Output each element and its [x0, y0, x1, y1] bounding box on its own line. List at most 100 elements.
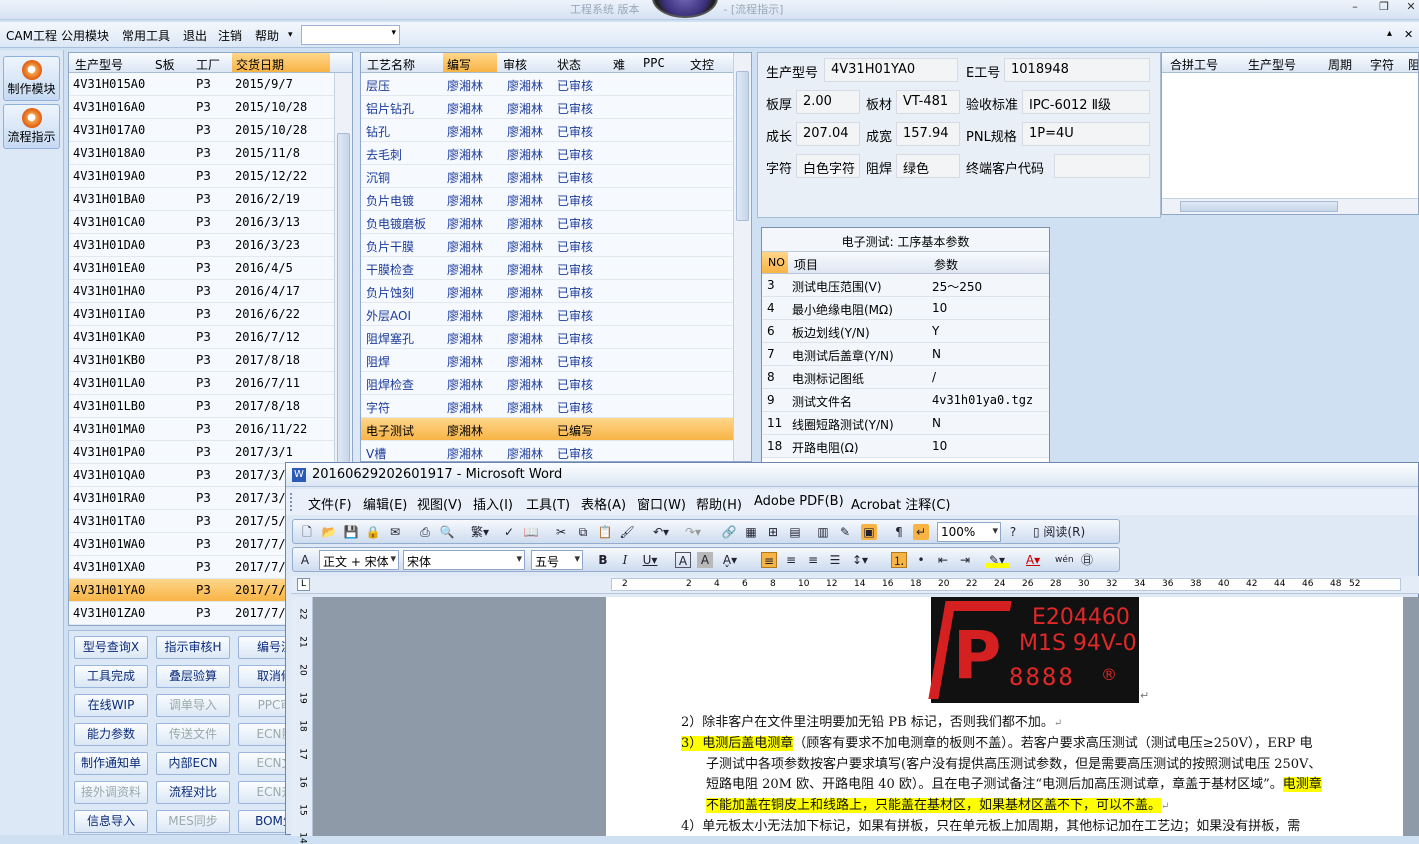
zoom-combo[interactable]: 100% — [937, 522, 1001, 542]
model-row[interactable]: 4V31H019A0 P3 2015/12/22 — [69, 165, 352, 188]
underline-icon[interactable]: U▾ — [639, 552, 661, 568]
process-row[interactable]: 负片蚀刻 廖湘林 廖湘林 已审核 — [361, 280, 751, 303]
process-row[interactable]: 铝片钻孔 廖湘林 廖湘林 已审核 — [361, 96, 751, 119]
function-button[interactable]: 信息导入 — [74, 810, 148, 833]
col-header-reviewer[interactable]: 审核 — [503, 56, 527, 73]
function-button[interactable]: 内部ECN — [156, 752, 230, 775]
enclose-characters-icon[interactable]: ㊐ — [1079, 552, 1095, 568]
field-pnl[interactable]: 1P=4U — [1022, 122, 1150, 146]
style-combo[interactable]: 正文 + 宋体 — [319, 550, 399, 570]
merge-grid-hscrollbar[interactable] — [1162, 198, 1418, 214]
col-header-difficulty[interactable]: 难 — [613, 56, 625, 73]
process-row[interactable]: 负片干膜 廖湘林 廖湘林 已审核 — [361, 234, 751, 257]
scrollbar-thumb[interactable] — [736, 71, 749, 221]
field-customer[interactable] — [1054, 154, 1150, 178]
paste-icon[interactable]: 📋 — [597, 524, 613, 540]
menu-help[interactable]: 帮助 — [255, 27, 279, 44]
model-row[interactable]: 4V31H01EA0 P3 2016/4/5 — [69, 257, 352, 280]
hyperlink-icon[interactable]: 🔗 — [721, 524, 737, 540]
nav-process-guide[interactable]: ● 流程指示 — [3, 104, 60, 149]
format-painter-icon[interactable]: 🖌 — [619, 524, 635, 540]
field-length[interactable]: 207.04 — [796, 122, 860, 146]
menu-help-dropdown-icon[interactable]: ▾ — [288, 30, 293, 40]
col-header-delivery-date[interactable]: 交货日期 — [232, 53, 330, 72]
process-row[interactable]: 阻焊 廖湘林 廖湘林 已审核 — [361, 349, 751, 372]
process-row[interactable]: 阻焊塞孔 廖湘林 廖湘林 已审核 — [361, 326, 751, 349]
function-button[interactable]: 指示审核H — [156, 636, 230, 659]
phonetic-guide-icon[interactable]: wén — [1055, 552, 1074, 568]
col-header-doc-control[interactable]: 文控 — [690, 56, 714, 73]
field-standard[interactable]: IPC-6012 Ⅱ级 — [1022, 90, 1150, 114]
vertical-ruler[interactable]: 22 21 20 19 18 17 16 15 14 — [291, 597, 313, 844]
columns-icon[interactable]: ▥ — [815, 524, 831, 540]
document-map-icon[interactable]: ▣ — [861, 524, 877, 540]
process-row[interactable]: 去毛刺 廖湘林 廖湘林 已审核 — [361, 142, 751, 165]
research-icon[interactable]: 📖 — [523, 524, 539, 540]
menu-tools[interactable]: 常用工具 — [122, 27, 170, 44]
function-button[interactable]: 调单导入 — [156, 694, 230, 717]
mdi-collapse-icon[interactable]: ▴ — [1387, 28, 1392, 39]
function-button[interactable]: MES同步 — [156, 810, 230, 833]
numbering-icon[interactable]: ⒈ — [891, 552, 907, 568]
line-spacing-icon[interactable]: ↕▾ — [849, 552, 871, 568]
menu-exit[interactable]: 退出 — [183, 27, 207, 44]
menu-cam[interactable]: CAM工程 — [6, 27, 57, 44]
word-menu-file[interactable]: 文件(F) — [308, 494, 352, 513]
close-button[interactable]: ✕ — [1399, 0, 1419, 16]
col-header-merge-no[interactable]: 合拼工号 — [1170, 56, 1218, 73]
insert-excel-icon[interactable]: ▤ — [787, 524, 803, 540]
redo-icon[interactable]: ↷▾ — [681, 524, 705, 540]
model-row[interactable]: 4V31H01HA0 P3 2016/4/17 — [69, 280, 352, 303]
save-icon[interactable]: 💾 — [343, 524, 359, 540]
process-grid-scrollbar[interactable] — [733, 53, 751, 461]
distributed-icon[interactable]: ☰ — [827, 552, 843, 568]
process-row[interactable]: 阻焊检查 廖湘林 廖湘林 已审核 — [361, 372, 751, 395]
field-thickness[interactable]: 2.00 — [796, 90, 860, 114]
decrease-indent-icon[interactable]: ⇤ — [935, 552, 951, 568]
increase-indent-icon[interactable]: ⇥ — [957, 552, 973, 568]
model-row[interactable]: 4V31H01PA0 P3 2017/3/1 — [69, 441, 352, 464]
field-material[interactable]: VT-481 — [896, 90, 960, 114]
character-border-icon[interactable]: A — [675, 552, 691, 568]
styles-formatting-icon[interactable]: A — [297, 552, 313, 568]
function-button[interactable]: 叠层验算 — [156, 665, 230, 688]
cut-icon[interactable]: ✂ — [553, 524, 569, 540]
font-color-icon[interactable]: A▾ — [1021, 552, 1045, 568]
menu-combo-box[interactable]: ▾ — [301, 25, 400, 45]
word-menu-edit[interactable]: 编辑(E) — [363, 494, 407, 513]
col-header-merge-mask[interactable]: 阻 — [1408, 56, 1418, 73]
toolbar-grip[interactable] — [290, 493, 294, 511]
drawing-icon[interactable]: ✎ — [837, 524, 853, 540]
col-header-process[interactable]: 工艺名称 — [367, 56, 415, 73]
col-header-merge-period[interactable]: 周期 — [1328, 56, 1352, 73]
field-model[interactable]: 4V31H01YA0 — [824, 58, 958, 82]
word-menu-tools[interactable]: 工具(T) — [526, 494, 570, 513]
copy-icon[interactable]: ⧉ — [575, 524, 591, 540]
param-row[interactable]: 7 电测试后盖章(Y/N) N — [762, 343, 1049, 366]
tables-borders-icon[interactable]: ▦ — [743, 524, 759, 540]
col-header-param[interactable]: 参数 — [934, 256, 958, 273]
word-menu-window[interactable]: 窗口(W) — [637, 494, 686, 513]
function-button[interactable]: 接外调资料 — [74, 781, 148, 804]
character-shading-icon[interactable]: A — [697, 552, 713, 568]
process-row[interactable]: 字符 廖湘林 廖湘林 已审核 — [361, 395, 751, 418]
function-button[interactable]: 在线WIP — [74, 694, 148, 717]
bullets-icon[interactable]: • — [913, 552, 929, 568]
function-button[interactable]: 工具完成 — [74, 665, 148, 688]
model-row[interactable]: 4V31H01MA0 P3 2016/11/22 — [69, 418, 352, 441]
print-icon[interactable]: ⎙ — [417, 524, 433, 540]
permission-icon[interactable]: 🔒 — [365, 524, 381, 540]
model-row[interactable]: 4V31H01KA0 P3 2016/7/12 — [69, 326, 352, 349]
minimize-button[interactable]: – — [1343, 0, 1367, 16]
font-combo[interactable]: 宋体 — [403, 550, 525, 570]
bold-icon[interactable]: B — [595, 552, 611, 568]
process-row[interactable]: 电子测试 廖湘林 已编写 — [361, 418, 751, 441]
word-menu-adobe-pdf[interactable]: Adobe PDF(B) — [754, 494, 844, 509]
model-row[interactable]: 4V31H015A0 P3 2015/9/7 — [69, 73, 352, 96]
param-row[interactable]: 3 测试电压范围(V) 25～250 — [762, 274, 1049, 297]
col-header-merge-model[interactable]: 生产型号 — [1248, 56, 1296, 73]
scrollbar-thumb[interactable] — [1180, 201, 1338, 212]
param-row[interactable]: 8 电测标记图纸 / — [762, 366, 1049, 389]
process-row[interactable]: V槽 廖湘林 廖湘林 已审核 — [361, 441, 751, 461]
menu-logout[interactable]: 注销 — [218, 27, 242, 44]
